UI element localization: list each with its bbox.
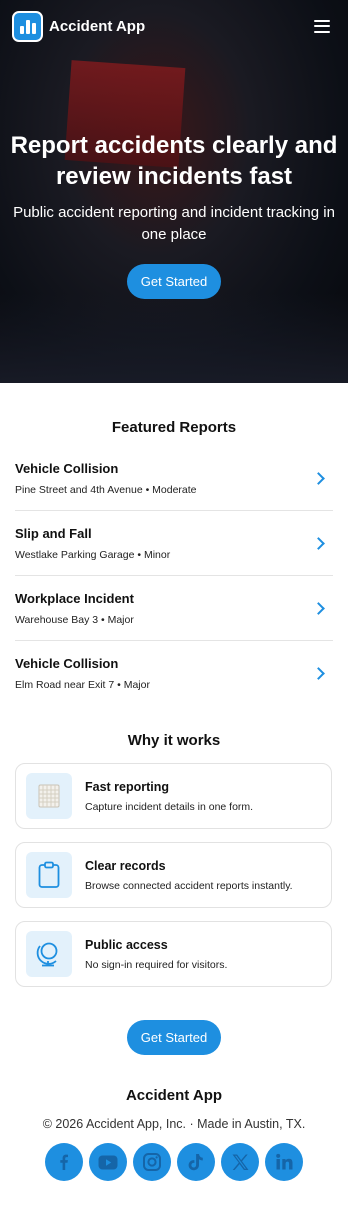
report-title: Vehicle Collision bbox=[15, 460, 119, 476]
report-item[interactable]: Vehicle Collision Pine Street and 4th Av… bbox=[15, 446, 333, 511]
card-description: Capture incident details in one form. bbox=[85, 800, 254, 813]
youtube-icon[interactable] bbox=[89, 1143, 127, 1181]
top-header: Accident App bbox=[0, 0, 348, 52]
hero-section: Accident App Report accidents clearly an… bbox=[0, 0, 348, 383]
chevron-right-icon[interactable] bbox=[312, 601, 325, 615]
featured-title: Featured Reports bbox=[111, 419, 237, 436]
footer-brand: Accident App bbox=[125, 1087, 223, 1104]
card-title: Clear records bbox=[85, 858, 166, 873]
featured-reports-section: Featured Reports Vehicle Collision Pine … bbox=[0, 383, 348, 706]
brand-name[interactable]: Accident App bbox=[49, 18, 145, 35]
card-description: No sign-in required for visitors. bbox=[85, 958, 228, 971]
footer: Accident App © 2026 Accident App, Inc. ·… bbox=[0, 1055, 348, 1211]
clipboard-icon bbox=[26, 852, 72, 898]
card-description: Browse connected accident reports instan… bbox=[85, 879, 293, 892]
globe-icon bbox=[26, 931, 72, 977]
feature-card: Public access No sign-in required for vi… bbox=[15, 921, 332, 987]
report-text: Workplace Incident Warehouse Bay 3 • Maj… bbox=[15, 591, 314, 626]
report-item[interactable]: Vehicle Collision Elm Road near Exit 7 •… bbox=[15, 641, 333, 706]
report-title: Slip and Fall bbox=[15, 525, 92, 541]
why-title: Why it works bbox=[127, 732, 221, 749]
report-item[interactable]: Slip and Fall Westlake Parking Garage • … bbox=[15, 511, 333, 576]
card-title: Public access bbox=[85, 937, 168, 952]
chevron-right-icon[interactable] bbox=[312, 667, 325, 680]
x-icon[interactable] bbox=[221, 1143, 259, 1181]
report-meta: Elm Road near Exit 7 • Major bbox=[15, 679, 150, 691]
chevron-right-icon[interactable] bbox=[312, 471, 325, 485]
hero-background-shade bbox=[0, 293, 348, 383]
hero-title: Report accidents clearly and review inci… bbox=[10, 132, 338, 190]
hero-get-started-button[interactable]: Get Started bbox=[126, 264, 222, 299]
report-title: Workplace Incident bbox=[15, 590, 134, 606]
report-text: Vehicle Collision Elm Road near Exit 7 •… bbox=[15, 656, 314, 691]
report-meta: Pine Street and 4th Avenue • Moderate bbox=[15, 483, 197, 496]
hero-subtitle: Public accident reporting and incident t… bbox=[13, 204, 335, 243]
report-item[interactable]: Workplace Incident Warehouse Bay 3 • Maj… bbox=[15, 576, 333, 641]
cta-section: Get Started bbox=[0, 1000, 348, 1055]
notepad-icon bbox=[26, 773, 72, 819]
reports-list: Vehicle Collision Pine Street and 4th Av… bbox=[15, 446, 333, 706]
feature-card: Fast reporting Capture incident details … bbox=[15, 763, 332, 829]
feature-card: Clear records Browse connected accident … bbox=[15, 842, 332, 908]
footer-copyright: © 2026 Accident App, Inc. · Made in Aust… bbox=[42, 1117, 306, 1131]
chevron-right-icon[interactable] bbox=[312, 536, 325, 550]
report-text: Slip and Fall Westlake Parking Garage • … bbox=[15, 526, 314, 561]
card-title: Fast reporting bbox=[85, 779, 170, 794]
why-it-works-section: Why it works Fast reporting Capture inci… bbox=[0, 706, 348, 987]
report-meta: Westlake Parking Garage • Minor bbox=[15, 548, 171, 561]
hamburger-menu-icon[interactable] bbox=[314, 19, 330, 33]
bar-chart-icon[interactable] bbox=[12, 10, 43, 42]
card-body: Fast reporting Capture incident details … bbox=[85, 780, 253, 813]
hero-content: Report accidents clearly and review inci… bbox=[0, 130, 348, 299]
card-body: Clear records Browse connected accident … bbox=[85, 859, 293, 892]
linkedin-icon[interactable] bbox=[265, 1143, 303, 1181]
get-started-button[interactable]: Get Started bbox=[126, 1020, 222, 1055]
tiktok-icon[interactable] bbox=[177, 1143, 215, 1181]
report-meta: Warehouse Bay 3 • Major bbox=[15, 613, 134, 626]
social-links bbox=[0, 1143, 348, 1211]
report-title: Vehicle Collision bbox=[15, 656, 119, 671]
feature-cards: Fast reporting Capture incident details … bbox=[15, 763, 332, 987]
card-body: Public access No sign-in required for vi… bbox=[85, 938, 227, 971]
instagram-icon[interactable] bbox=[133, 1143, 171, 1181]
report-text: Vehicle Collision Pine Street and 4th Av… bbox=[15, 461, 314, 496]
facebook-icon[interactable] bbox=[45, 1143, 83, 1181]
